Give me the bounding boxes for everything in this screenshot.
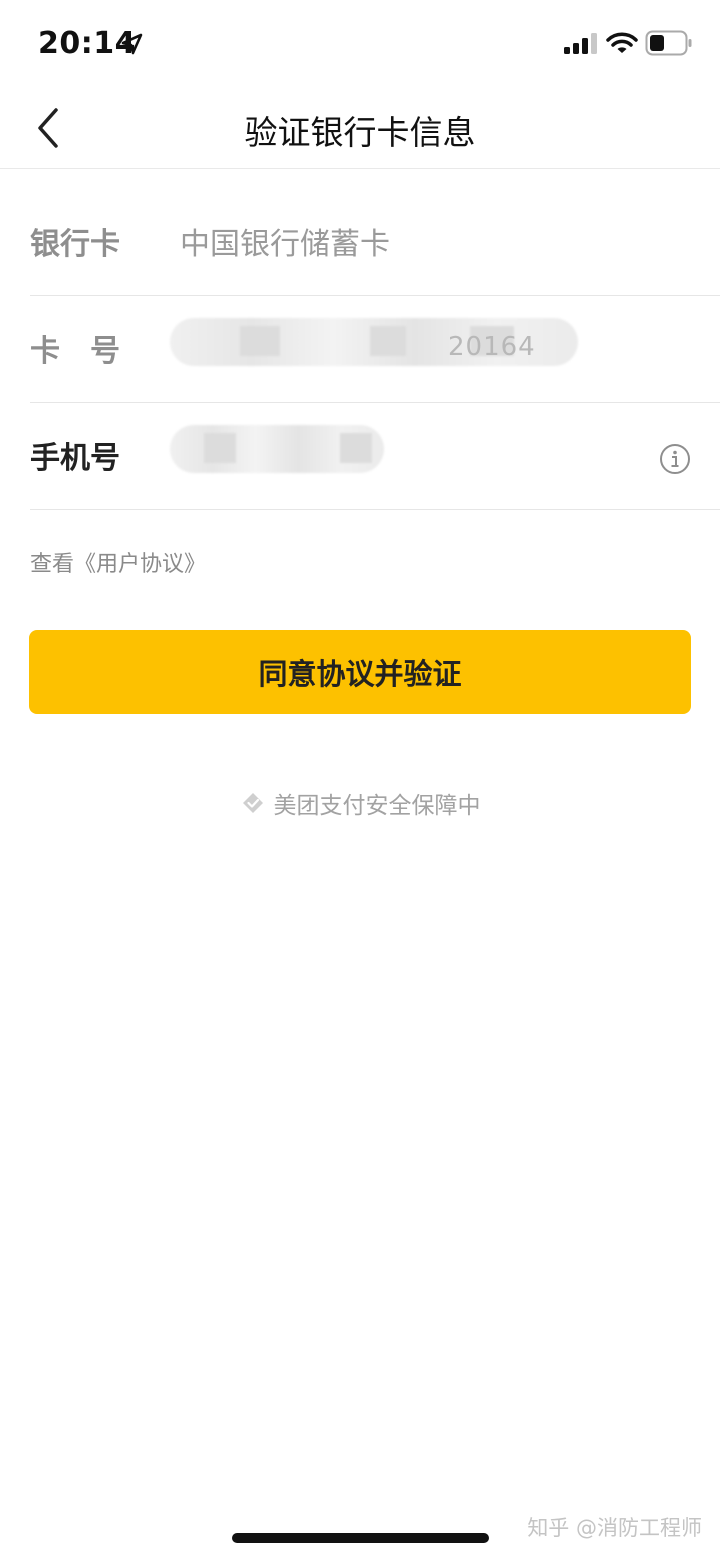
page-title: 验证银行卡信息: [244, 113, 476, 152]
watermark: 知乎 @消防工程师: [527, 1516, 702, 1540]
wifi-icon: [606, 32, 638, 53]
agree-and-verify-button[interactable]: 同意协议并验证: [29, 630, 691, 714]
bank-card-value: 中国银行储蓄卡: [180, 227, 390, 262]
status-bar: 20:14: [0, 0, 720, 88]
security-note-text: 美团支付安全保障中: [273, 793, 481, 819]
phone-row: 手机号: [30, 403, 720, 510]
phone-masked[interactable]: [170, 425, 384, 473]
card-number-row: 卡 号 20164: [30, 296, 720, 403]
shield-icon: [242, 793, 263, 813]
battery-icon: [645, 30, 692, 56]
phone-label: 手机号: [30, 441, 120, 476]
card-number-label: 卡 号: [30, 334, 120, 369]
bank-card-row: 银行卡 中国银行储蓄卡: [30, 189, 720, 296]
signal-icon: [564, 33, 597, 54]
user-agreement-link[interactable]: 查看《用户协议》: [30, 546, 206, 578]
bank-card-label: 银行卡: [30, 227, 120, 262]
nav-bar: 验证银行卡信息: [0, 88, 720, 169]
security-note: 美团支付安全保障中: [0, 786, 720, 820]
location-arrow-icon: [121, 33, 143, 55]
home-indicator[interactable]: [232, 1533, 489, 1543]
info-icon[interactable]: [659, 443, 691, 475]
card-number-tail: 20164: [448, 332, 536, 362]
